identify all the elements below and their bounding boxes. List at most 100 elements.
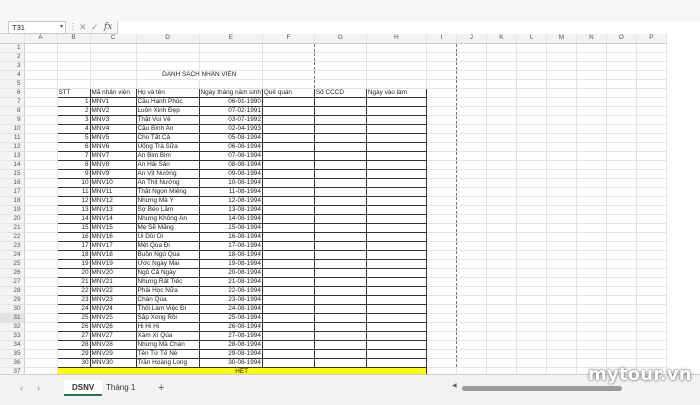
table-cell[interactable]: 11 [56, 186, 91, 197]
cell[interactable] [426, 106, 457, 116]
cell[interactable] [136, 52, 200, 62]
row-header[interactable]: 23 [0, 241, 25, 251]
cell[interactable] [606, 205, 637, 215]
table-cell[interactable]: MNV7 [89, 150, 137, 161]
cell[interactable] [546, 205, 577, 215]
cell[interactable] [606, 322, 637, 332]
cell[interactable] [456, 115, 487, 125]
cell[interactable] [456, 178, 487, 188]
cell[interactable] [426, 205, 457, 215]
cell[interactable] [516, 79, 547, 89]
cell[interactable] [486, 268, 517, 278]
table-cell[interactable]: 29-08-1994 [198, 348, 263, 359]
cell[interactable] [576, 232, 607, 242]
cell[interactable] [136, 43, 200, 53]
cancel-icon[interactable]: ✕ [79, 21, 87, 33]
cell[interactable] [486, 295, 517, 305]
cell[interactable] [426, 304, 457, 314]
table-cell[interactable] [313, 240, 367, 251]
table-cell[interactable]: MNV23 [89, 294, 137, 305]
table-header-cell[interactable]: Ngày vào làm [365, 87, 427, 98]
cell[interactable] [426, 367, 457, 374]
cell[interactable] [456, 304, 487, 314]
cell[interactable] [606, 223, 637, 233]
cell[interactable] [90, 70, 137, 80]
cell[interactable] [456, 223, 487, 233]
cell[interactable] [576, 124, 607, 134]
table-cell[interactable]: 8 [56, 159, 91, 170]
table-cell[interactable]: 15 [56, 222, 91, 233]
cell[interactable] [24, 61, 58, 71]
cell[interactable] [546, 241, 577, 251]
cell[interactable] [516, 124, 547, 134]
cell[interactable] [516, 340, 547, 350]
cell[interactable] [314, 70, 367, 80]
cell[interactable] [516, 295, 547, 305]
cell[interactable] [199, 43, 263, 53]
cell[interactable] [486, 97, 517, 107]
cell[interactable] [486, 277, 517, 287]
table-cell[interactable] [261, 294, 315, 305]
table-cell[interactable] [261, 303, 315, 314]
cell[interactable] [426, 340, 457, 350]
table-cell[interactable] [313, 204, 367, 215]
cell[interactable] [456, 232, 487, 242]
cell[interactable] [24, 331, 58, 341]
cell[interactable] [546, 286, 577, 296]
cell[interactable] [90, 79, 137, 89]
table-cell[interactable]: MNV21 [89, 276, 137, 287]
table-header-cell[interactable]: STT [56, 87, 91, 98]
table-cell[interactable]: Nhưng Không Ăn [135, 213, 200, 224]
table-cell[interactable]: Ăn Bim Bim [135, 150, 200, 161]
cell[interactable] [24, 322, 58, 332]
cell[interactable] [486, 124, 517, 134]
table-cell[interactable]: MNV22 [89, 285, 137, 296]
cell[interactable] [366, 52, 427, 62]
cell[interactable] [636, 52, 667, 62]
cell[interactable] [606, 340, 637, 350]
cell[interactable] [606, 277, 637, 287]
column-header[interactable]: E [199, 34, 263, 44]
cell[interactable] [516, 115, 547, 125]
cell[interactable] [57, 70, 91, 80]
table-cell[interactable]: MNV26 [89, 321, 137, 332]
cell[interactable] [24, 232, 58, 242]
cell[interactable] [546, 259, 577, 269]
cell[interactable] [456, 214, 487, 224]
cell[interactable] [636, 115, 667, 125]
table-header-cell[interactable]: Số CCCD [313, 87, 367, 98]
table-cell[interactable] [365, 267, 427, 278]
cell[interactable] [486, 259, 517, 269]
table-cell[interactable]: Cho Tất Cả [135, 132, 200, 143]
cell[interactable] [576, 259, 607, 269]
column-header[interactable]: C [90, 34, 137, 44]
cell[interactable] [24, 169, 58, 179]
cell[interactable] [57, 61, 91, 71]
table-cell[interactable]: Ui Dồi Ôi [135, 231, 200, 242]
cell[interactable] [426, 160, 457, 170]
cell[interactable] [576, 97, 607, 107]
cell[interactable] [24, 268, 58, 278]
total-label-cell[interactable]: HẾT [56, 366, 427, 374]
column-header[interactable]: F [262, 34, 315, 44]
cell[interactable] [24, 43, 58, 53]
cell[interactable] [636, 232, 667, 242]
table-cell[interactable]: MNV4 [89, 123, 137, 134]
table-cell[interactable]: 15-08-1994 [198, 222, 263, 233]
table-cell[interactable]: 21 [56, 276, 91, 287]
table-cell[interactable]: 09-08-1994 [198, 168, 263, 179]
table-cell[interactable]: MNV18 [89, 249, 137, 260]
cell[interactable] [606, 106, 637, 116]
row-header[interactable]: 15 [0, 169, 25, 179]
table-cell[interactable] [313, 195, 367, 206]
cell[interactable] [576, 160, 607, 170]
cell[interactable] [516, 349, 547, 359]
cell[interactable] [456, 277, 487, 287]
cell[interactable] [24, 241, 58, 251]
table-cell[interactable] [261, 132, 315, 143]
cell[interactable] [314, 79, 367, 89]
table-cell[interactable]: 11-08-1994 [198, 186, 263, 197]
table-cell[interactable]: Mẹ Sẽ Mắng [135, 222, 200, 233]
cell[interactable] [426, 169, 457, 179]
cell[interactable] [636, 295, 667, 305]
